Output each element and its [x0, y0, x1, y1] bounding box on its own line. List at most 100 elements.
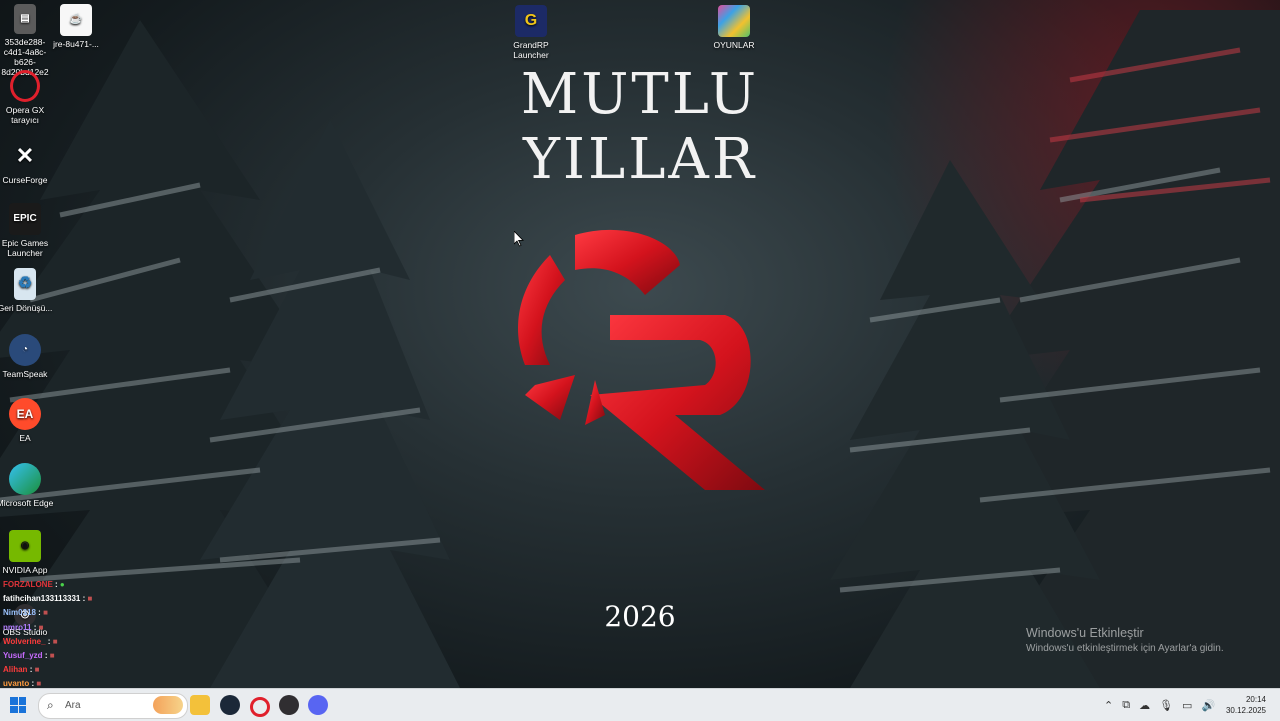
chat-username: nmro11 [3, 622, 32, 632]
search-highlight-icon [153, 696, 183, 714]
desktop-icon-recycle-bin[interactable]: ♻ Geri Dönüşü... [0, 268, 55, 313]
chat-line: FORZALONE : ● [3, 578, 92, 592]
desktop-icon-epic-games[interactable]: EPIC Epic Games Launcher [0, 203, 55, 258]
chat-username: Wolverine_ [3, 636, 46, 646]
start-icon [10, 697, 18, 705]
desktop-icon-ea[interactable]: EA EA [0, 398, 55, 443]
chat-text: : [44, 651, 48, 661]
chat-text: : [82, 594, 86, 604]
chat-line: fatihcihan133113331 : ■ [3, 592, 92, 606]
start-button[interactable] [10, 697, 26, 713]
emote-icon: ■ [52, 636, 58, 646]
tray-network-icon[interactable]: ⧉ [1122, 699, 1130, 712]
edge-icon [9, 463, 41, 495]
forest-right [830, 10, 1280, 688]
steam-button[interactable] [220, 695, 240, 715]
chat-text: : [38, 608, 41, 618]
taskbar-search[interactable]: ⌕ Ara [38, 693, 188, 719]
emote-icon: ■ [34, 665, 40, 675]
ea-icon: EA [9, 398, 41, 430]
system-tray: ⌃ ⧉ ☁ 🎙 ▭ 🔊 [1104, 689, 1215, 721]
folder-icon [718, 5, 750, 37]
emote-icon: ■ [49, 651, 55, 661]
mouse-cursor-icon [514, 231, 524, 247]
taskbar: ⌕ Ara ⌃ ⧉ ☁ 🎙 ▭ 🔊 20:14 30.12.2025 [0, 688, 1280, 721]
java-icon: ☕ [60, 4, 92, 36]
recycle-bin-icon: ♻ [14, 268, 36, 300]
desktop-icon-java[interactable]: ☕ jre-8u471-... [46, 4, 106, 49]
desktop-icon-edge[interactable]: Microsoft Edge [0, 463, 55, 508]
wallpaper-headline: MUTLU YILLAR [520, 62, 760, 192]
chat-line: uvanto : ■ [3, 677, 92, 688]
curseforge-icon: ✕ [15, 143, 35, 168]
opera-gx-icon [10, 70, 40, 102]
grandrp-icon: G [515, 5, 547, 37]
search-placeholder: Ara [65, 700, 81, 711]
discord-button[interactable] [308, 695, 328, 715]
grandrp-logo [518, 229, 765, 490]
windows-activation-watermark: Windows'u Etkinleştir Windows'u etkinleş… [1026, 626, 1224, 654]
chat-username: Nim0318 [3, 608, 36, 618]
desktop-icon-opera-gx[interactable]: Opera GX tarayıcı [0, 70, 55, 125]
desktop-icon-label: OYUNLAR [713, 40, 755, 50]
desktop-icon-grandrp[interactable]: G GrandRP Launcher [501, 5, 561, 60]
chat-username: uvanto [3, 679, 30, 688]
chat-line: Alihan : ■ [3, 663, 92, 677]
chat-line: Yusuf_yzd : ■ [3, 649, 92, 663]
chat-line: Wolverine_ : ■ [3, 635, 92, 649]
desktop-icon-label: GrandRP Launcher [513, 40, 549, 60]
desktop-icon-label: CurseForge [2, 175, 48, 185]
chat-username: Alihan [3, 665, 28, 675]
desktop-icon-label: EA [19, 433, 31, 443]
emote-icon: ■ [38, 622, 44, 632]
desktop-icon-label: Epic Games Launcher [1, 238, 49, 258]
activation-subtitle: Windows'u etkinleştirmek için Ayarlar'a … [1026, 643, 1224, 654]
chat-line: Nim0318 : ■ [3, 606, 92, 620]
chat-username: fatihcihan133113331 [3, 594, 81, 604]
start-icon [10, 705, 18, 713]
chat-username: Yusuf_yzd [3, 651, 43, 661]
teamspeak-icon: ◔ [9, 334, 41, 366]
opera-gx-button[interactable] [250, 697, 270, 717]
tray-chevron-up-icon[interactable]: ⌃ [1104, 699, 1113, 712]
desktop-wallpaper: MUTLU YILLAR 2026 ▤ 353de288-c4d1-4a8c-b… [0, 0, 1280, 688]
clock-time: 20:14 [1245, 695, 1266, 704]
desktop-icon-teamspeak[interactable]: ◔ TeamSpeak [0, 334, 55, 379]
file-explorer-button[interactable] [190, 695, 210, 715]
chat-username: FORZALONE [3, 580, 53, 589]
obs-button[interactable] [279, 695, 299, 715]
desktop-icon-label: jre-8u471-... [53, 39, 99, 49]
desktop-icon-label: NVIDIA App [2, 565, 48, 575]
stream-chat-overlay: FORZALONE : ● fatihcihan133113331 : ■ Ni… [3, 578, 92, 688]
start-icon [18, 705, 26, 713]
search-icon: ⌕ [47, 698, 54, 712]
file-icon: ▤ [14, 4, 36, 34]
chat-text: : [33, 622, 37, 632]
desktop-icon-label: TeamSpeak [2, 369, 48, 379]
desktop-icon-label: Microsoft Edge [0, 498, 54, 508]
emote-icon: ■ [87, 594, 93, 604]
desktop-icon-label: Opera GX tarayıcı [5, 105, 45, 125]
chat-text: : [47, 636, 51, 646]
chat-text: : [55, 580, 58, 589]
start-icon [18, 697, 26, 705]
taskbar-clock[interactable]: 20:14 30.12.2025 [1226, 694, 1266, 716]
chat-text: : [29, 665, 33, 675]
emote-icon: ● [59, 580, 65, 589]
emote-icon: ■ [36, 679, 42, 688]
clock-date: 30.12.2025 [1225, 706, 1266, 715]
tray-cloud-icon[interactable]: ☁ [1139, 699, 1150, 712]
desktop-icon-oyunlar[interactable]: OYUNLAR [704, 5, 764, 50]
tray-display-icon[interactable]: ▭ [1182, 699, 1192, 712]
desktop-icon-curseforge[interactable]: ✕ CurseForge [0, 140, 55, 186]
activation-title: Windows'u Etkinleştir [1026, 626, 1144, 640]
desktop-icon-label: Geri Dönüşü... [0, 303, 53, 313]
nvidia-icon: ◉ [9, 530, 41, 562]
epic-games-icon: EPIC [9, 203, 41, 235]
tray-microphone-icon[interactable]: 🎙 [1159, 699, 1173, 712]
wallpaper-year: 2026 [604, 600, 676, 633]
emote-icon: ■ [43, 608, 48, 618]
desktop-icon-nvidia[interactable]: ◉ NVIDIA App [0, 530, 55, 575]
tray-volume-icon[interactable]: 🔊 [1201, 699, 1215, 712]
chat-line: nmro11 : ■ [3, 621, 92, 635]
